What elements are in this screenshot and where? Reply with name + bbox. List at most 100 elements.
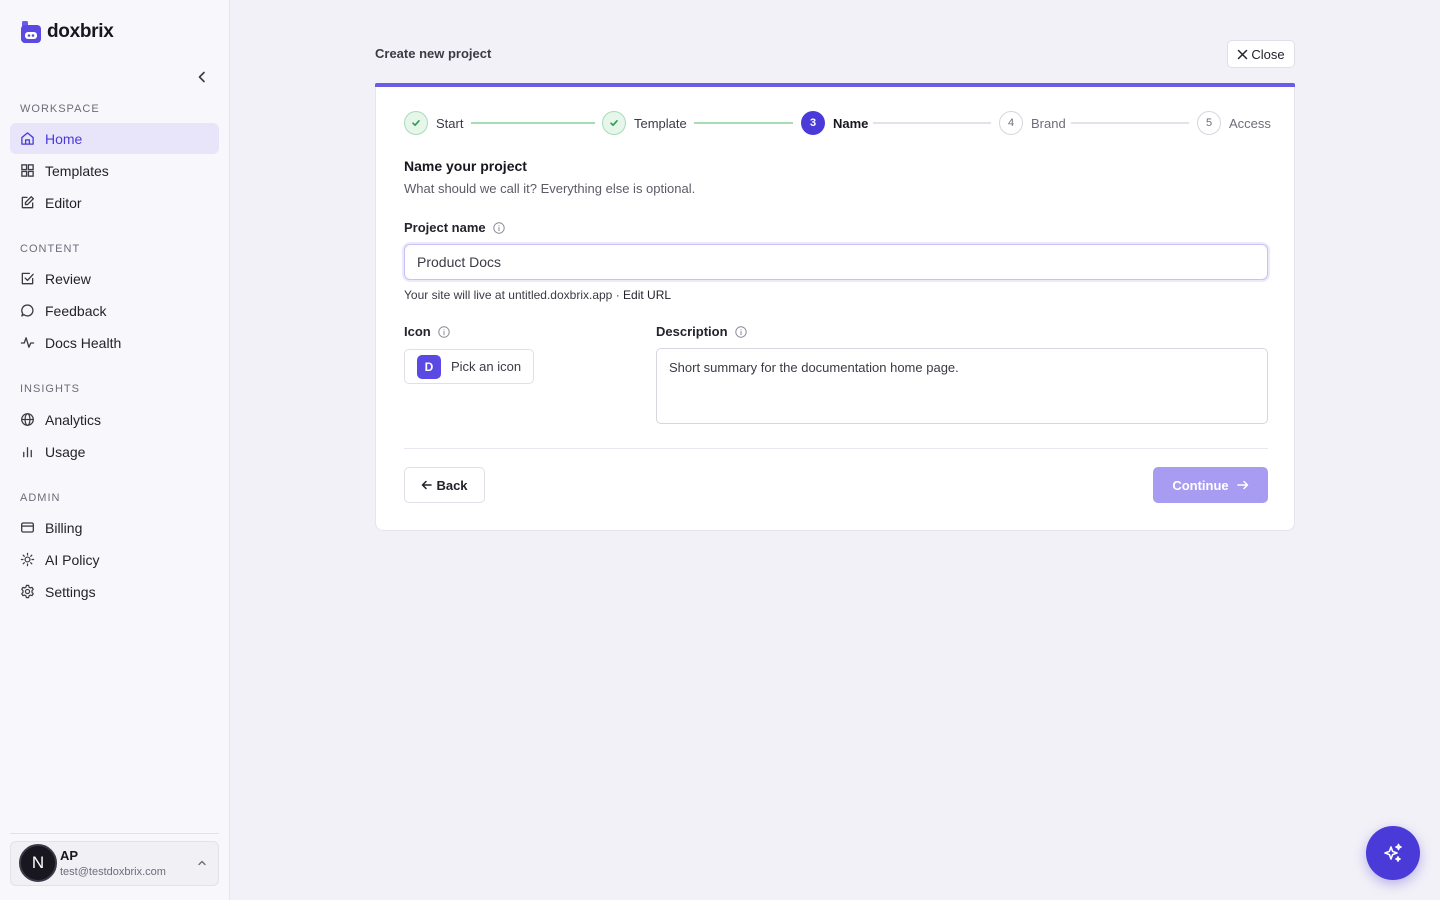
sidebar-item-usage[interactable]: Usage (10, 436, 219, 467)
logo-text: doxbrix (47, 21, 114, 42)
grid-icon (21, 164, 34, 177)
arrow-right-icon (1236, 480, 1248, 490)
check-icon (412, 120, 420, 126)
user-name: AP (60, 848, 79, 863)
nav-heading: INSIGHTS (20, 383, 80, 395)
back-button[interactable]: Back (404, 467, 485, 503)
home-icon (21, 132, 34, 145)
divider (404, 448, 1268, 449)
step-start[interactable]: Start (404, 111, 463, 135)
close-label: Close (1251, 46, 1285, 62)
logo-icon (21, 21, 41, 43)
step-label: Name (833, 115, 869, 131)
sidebar-item-label: Editor (45, 194, 82, 211)
url-note-text: Your site will live at untitled.doxbrix.… (404, 288, 613, 302)
description-label: Description (656, 324, 747, 339)
step-label: Template (634, 115, 687, 131)
sidebar-item-docs-health[interactable]: Docs Health (10, 327, 219, 358)
step-number: 5 (1197, 111, 1221, 135)
pick-icon-label: Pick an icon (451, 359, 522, 374)
step-connector (471, 122, 595, 124)
message-circle-icon (21, 304, 34, 317)
step-number: 4 (999, 111, 1023, 135)
back-label: Back (436, 477, 468, 493)
sidebar-item-analytics[interactable]: Analytics (10, 404, 219, 435)
info-icon[interactable] (492, 221, 505, 234)
edit-url-link[interactable]: Edit URL (623, 288, 671, 302)
sparkles-icon (1384, 843, 1402, 862)
info-icon[interactable] (438, 325, 450, 338)
wizard-card: Start Template 3 Name 4 Brand 5 Access N… (375, 83, 1295, 531)
step-brand[interactable]: 4 Brand (999, 111, 1066, 135)
step-access[interactable]: 5 Access (1197, 111, 1271, 135)
check-square-icon (21, 272, 34, 285)
nav-heading: WORKSPACE (20, 103, 100, 115)
logo[interactable]: doxbrix (20, 20, 114, 44)
step-number: 3 (801, 111, 825, 135)
sun-icon (20, 552, 35, 567)
nav-section-content: CONTENT Review Feedback Docs Health (10, 239, 219, 359)
sidebar-item-label: AI Policy (45, 551, 100, 568)
icon-field-label: Icon (404, 324, 450, 339)
sidebar-item-label: Templates (45, 162, 109, 179)
gear-icon (21, 584, 34, 599)
sidebar-item-editor[interactable]: Editor (10, 187, 219, 218)
sidebar-item-label: Home (45, 130, 83, 147)
sidebar-item-label: Feedback (45, 302, 107, 319)
nav-heading: ADMIN (20, 492, 61, 504)
continue-button[interactable]: Continue (1153, 467, 1268, 503)
field-label-text: Icon (404, 324, 431, 339)
sidebar-item-billing[interactable]: Billing (10, 512, 219, 543)
continue-label: Continue (1172, 477, 1229, 493)
sidebar-item-review[interactable]: Review (10, 263, 219, 294)
user-menu-button[interactable]: N AP test@testdoxbrix.com (10, 841, 219, 886)
bar-chart-icon (23, 447, 32, 458)
page-title: Create new project (375, 46, 492, 61)
project-icon-badge: D (417, 354, 441, 379)
sidebar-item-label: Settings (45, 583, 96, 600)
step-done-indicator (602, 111, 626, 135)
info-icon[interactable] (734, 325, 747, 338)
sidebar-item-feedback[interactable]: Feedback (10, 295, 219, 326)
project-name-input[interactable] (404, 244, 1268, 280)
sidebar-item-templates[interactable]: Templates (10, 155, 219, 186)
nav-heading: CONTENT (20, 243, 81, 255)
project-name-label: Project name (404, 220, 505, 235)
check-icon (610, 120, 618, 126)
nav-section-workspace: WORKSPACE Home Templates Editor (10, 99, 219, 219)
step-connector (1071, 122, 1189, 124)
divider (10, 833, 219, 834)
sidebar: doxbrix WORKSPACE Home Templates Editor … (0, 0, 230, 900)
sidebar-item-settings[interactable]: Settings (10, 576, 219, 607)
step-connector (694, 122, 793, 124)
edit-icon (21, 196, 34, 209)
avatar: N (19, 844, 57, 882)
sidebar-item-ai-policy[interactable]: AI Policy (10, 544, 219, 575)
activity-icon (20, 337, 35, 348)
globe-icon (21, 413, 34, 426)
pick-icon-button[interactable]: D Pick an icon (404, 349, 534, 384)
ai-assistant-button[interactable] (1366, 826, 1420, 880)
chevron-left-icon (198, 71, 205, 83)
step-template[interactable]: Template (602, 111, 687, 135)
sidebar-item-label: Analytics (45, 411, 102, 428)
description-textarea[interactable] (656, 348, 1268, 424)
close-icon (1238, 49, 1248, 59)
step-label: Start (436, 115, 464, 131)
sidebar-item-label: Docs Health (45, 334, 122, 351)
field-label-text: Project name (404, 220, 486, 235)
close-button[interactable]: Close (1227, 40, 1295, 68)
stepper: Start Template 3 Name 4 Brand 5 Access (404, 111, 1271, 135)
collapse-sidebar-button[interactable] (192, 67, 212, 87)
step-connector (873, 122, 991, 124)
url-note-separator: · (615, 288, 620, 302)
progress-bar (375, 83, 1295, 87)
step-name[interactable]: 3 Name (801, 111, 868, 135)
sidebar-item-home[interactable]: Home (10, 123, 219, 154)
chevron-up-icon (198, 860, 206, 866)
step-label: Brand (1031, 115, 1066, 131)
section-subtitle: What should we call it? Everything else … (404, 181, 696, 196)
section-title: Name your project (404, 158, 527, 174)
user-email: test@testdoxbrix.com (60, 866, 166, 878)
nav-section-admin: ADMIN Billing AI Policy Settings (10, 488, 219, 608)
